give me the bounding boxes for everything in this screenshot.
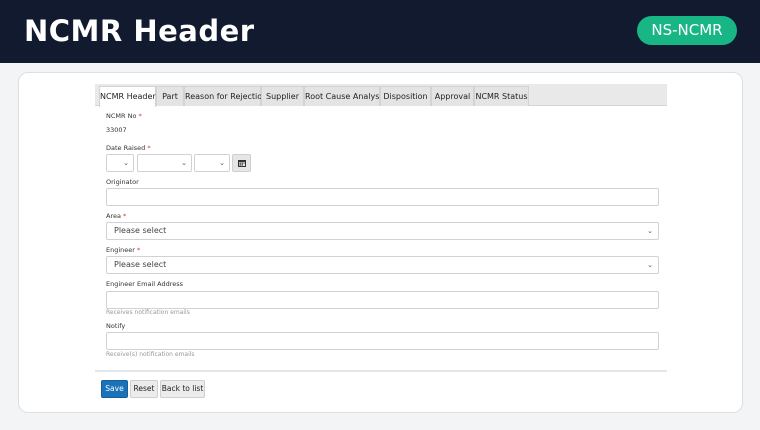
notify-hint: Receive(s) notification emails <box>106 351 195 358</box>
notify-input[interactable] <box>106 332 659 350</box>
date-day-select[interactable]: ⌄ <box>106 154 134 172</box>
chevron-down-icon: ⌄ <box>647 227 653 235</box>
originator-label: Originator <box>106 178 139 186</box>
reset-button[interactable]: Reset <box>130 380 158 398</box>
date-year-select[interactable]: ⌄ <box>194 154 230 172</box>
notify-label: Notify <box>106 322 126 330</box>
chevron-down-icon: ⌄ <box>647 261 653 269</box>
back-to-list-button[interactable]: Back to list <box>160 380 205 398</box>
chevron-down-icon: ⌄ <box>181 159 187 167</box>
page-title: NCMR Header <box>24 14 255 48</box>
tab-ncmr-header[interactable]: NCMR Header <box>99 86 156 107</box>
area-select[interactable]: Please select ⌄ <box>106 222 659 240</box>
tab-supplier[interactable]: Supplier <box>261 86 304 106</box>
date-picker-button[interactable] <box>232 154 251 172</box>
save-button[interactable]: Save <box>101 380 128 398</box>
chevron-down-icon: ⌄ <box>123 159 129 167</box>
calendar-icon <box>238 160 246 167</box>
engineer-select[interactable]: Please select ⌄ <box>106 256 659 274</box>
area-label: Area * <box>106 212 127 220</box>
chevron-down-icon: ⌄ <box>219 159 225 167</box>
tab-ncmr-status[interactable]: NCMR Status <box>474 86 529 106</box>
app-header: NCMR Header NS-NCMR <box>0 0 760 63</box>
ncmr-no-value: 33007 <box>106 126 127 134</box>
tab-part[interactable]: Part <box>156 86 184 106</box>
date-raised-label: Date Raised * <box>106 144 151 152</box>
engineer-label: Engineer * <box>106 246 141 254</box>
engineer-email-input[interactable] <box>106 291 659 309</box>
engineer-email-label: Engineer Email Address <box>106 280 184 288</box>
tab-root-cause-analysis[interactable]: Root Cause Analysis <box>304 86 386 106</box>
originator-input[interactable] <box>106 188 659 206</box>
ncmr-no-label: NCMR No * <box>106 112 142 120</box>
tab-approval[interactable]: Approval <box>431 86 474 106</box>
module-badge: NS-NCMR <box>637 16 737 45</box>
tab-reason-for-rejection[interactable]: Reason for Rejection <box>184 86 267 106</box>
date-month-select[interactable]: ⌄ <box>137 154 192 172</box>
ncmr-form: NCMR Header Part Reason for Rejection Su… <box>95 84 667 372</box>
tab-strip: NCMR Header Part Reason for Rejection Su… <box>95 84 667 107</box>
tab-disposition[interactable]: Disposition <box>380 86 431 106</box>
engineer-email-hint: Receives notification emails <box>106 309 190 316</box>
